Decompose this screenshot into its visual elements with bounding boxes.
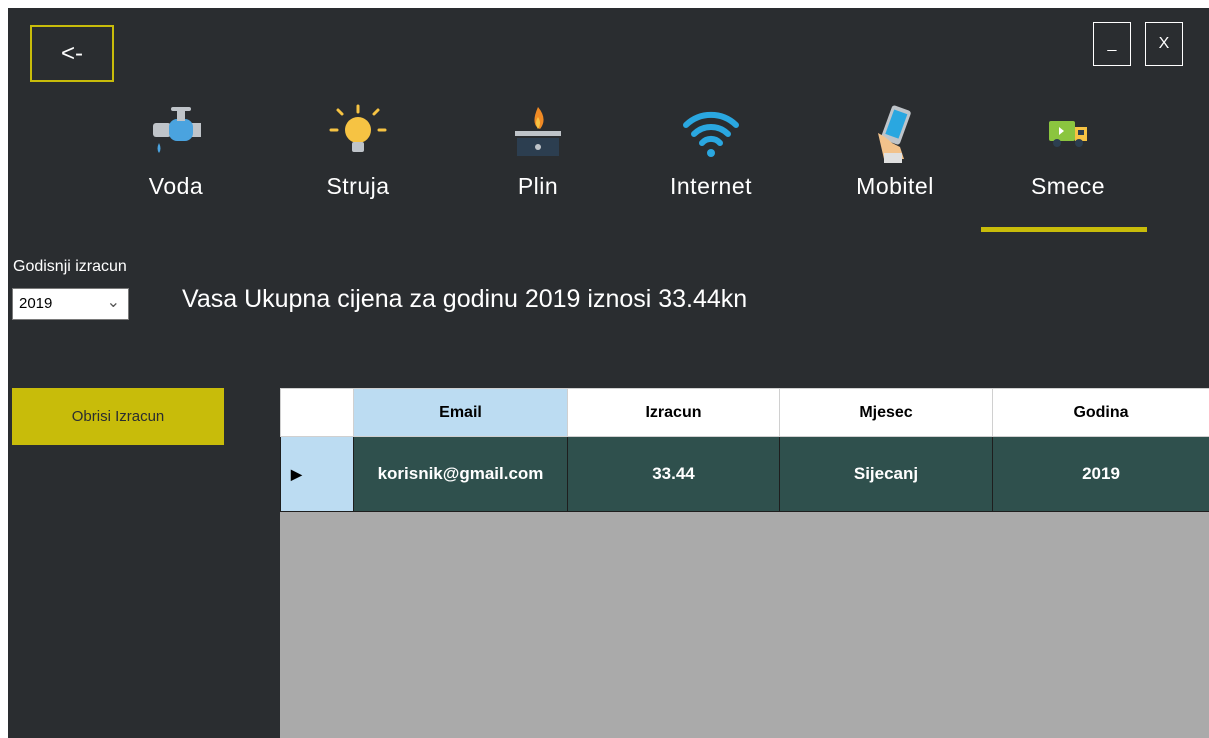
nav-label-struja: Struja — [326, 173, 390, 199]
active-tab-indicator — [981, 227, 1147, 232]
table-row[interactable]: ▶ korisnik@gmail.com 33.44 Sijecanj 2019 — [280, 436, 1209, 512]
light-bulb-icon — [329, 104, 387, 152]
app-window: <- _ X Voda Struja Plin Internet Mobitel… — [8, 8, 1209, 738]
column-header-email[interactable]: Email — [353, 388, 568, 437]
cell-email[interactable]: korisnik@gmail.com — [353, 436, 568, 512]
nav-label-voda: Voda — [148, 173, 204, 199]
nav-label-plin: Plin — [517, 173, 559, 199]
column-header-godina[interactable]: Godina — [992, 388, 1209, 437]
column-header-izracun[interactable]: Izracun — [567, 388, 780, 437]
back-button[interactable]: <- — [30, 25, 114, 82]
nav-item-internet[interactable]: Internet — [646, 103, 776, 200]
nav-item-struja[interactable]: Struja — [293, 103, 423, 200]
cell-godina[interactable]: 2019 — [992, 436, 1209, 512]
row-selector-icon[interactable]: ▶ — [280, 436, 354, 512]
water-tap-icon — [153, 107, 201, 153]
column-header-mjesec[interactable]: Mjesec — [779, 388, 993, 437]
delete-calculation-button[interactable]: Obrisi Izracun — [12, 388, 224, 445]
chevron-down-icon: ⌄ — [106, 294, 120, 311]
year-select[interactable]: 2019 ⌄ — [12, 288, 129, 320]
year-filter-caption: Godisnji izracun — [13, 258, 127, 275]
minimize-button[interactable]: _ — [1093, 22, 1131, 66]
summary-text: Vasa Ukupna cijena za godinu 2019 iznosi… — [182, 285, 748, 313]
mobile-phone-icon — [878, 105, 911, 163]
nav-item-smece[interactable]: Smece — [1003, 103, 1133, 200]
nav-label-smece: Smece — [1030, 173, 1106, 199]
gas-stove-icon — [515, 107, 561, 156]
nav-item-mobitel[interactable]: Mobitel — [830, 103, 960, 200]
cell-izracun[interactable]: 33.44 — [567, 436, 780, 512]
nav-label-mobitel: Mobitel — [856, 173, 934, 199]
nav-label-internet: Internet — [670, 173, 752, 199]
data-grid[interactable]: Email Izracun Mjesec Godina ▶ korisnik@g… — [280, 388, 1209, 738]
cell-mjesec[interactable]: Sijecanj — [779, 436, 993, 512]
nav-item-plin[interactable]: Plin — [473, 103, 603, 200]
year-select-value: 2019 — [19, 295, 53, 312]
close-button[interactable]: X — [1145, 22, 1183, 66]
garbage-truck-icon — [1049, 121, 1087, 147]
grid-corner — [280, 388, 354, 437]
wifi-icon — [683, 111, 739, 157]
nav-item-voda[interactable]: Voda — [111, 103, 241, 200]
